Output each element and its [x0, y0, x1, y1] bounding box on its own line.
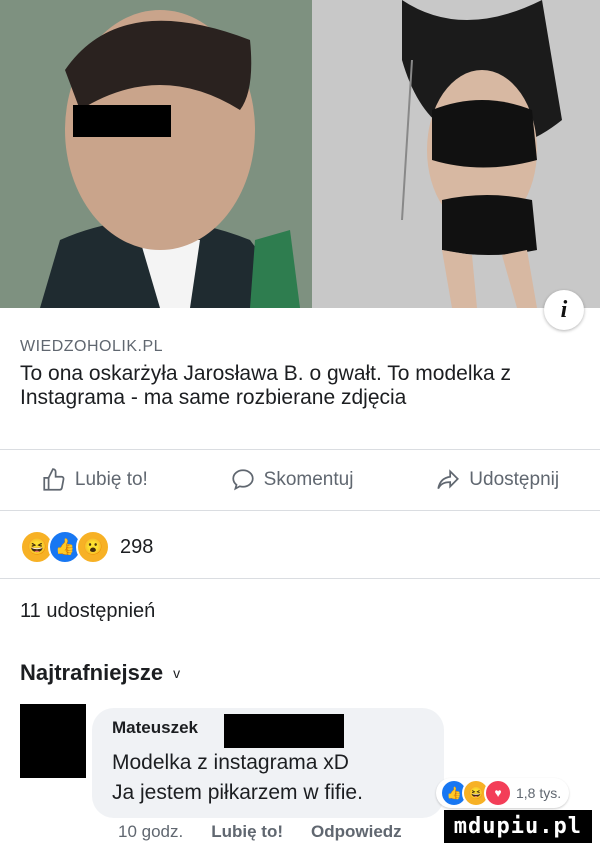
comment-text: Modelka z instagrama xD Ja jestem piłkar…	[112, 748, 442, 808]
link-domain: WIEDZOHOLIK.PL	[20, 338, 164, 355]
comment-button[interactable]: Skomentuj	[230, 467, 354, 493]
shares-count[interactable]: 11 udostępnień	[20, 600, 155, 623]
post-actions: Lubię to! Skomentuj Udostępnij	[0, 450, 600, 510]
comment-icon	[232, 469, 254, 491]
censor-bar	[224, 714, 344, 748]
info-icon[interactable]: i	[544, 290, 584, 330]
love-reaction-icon: ♥	[484, 779, 512, 807]
comment-time: 10 godz.	[118, 822, 184, 841]
comment-sort-dropdown[interactable]: Najtrafniejsze v	[20, 660, 180, 686]
comment-reactions[interactable]: 👍 😆 ♥ 1,8 tys.	[436, 778, 570, 808]
post-image[interactable]	[0, 0, 600, 308]
comment-author[interactable]: Mateuszek	[112, 718, 198, 738]
man-photo	[0, 0, 312, 308]
reaction-summary[interactable]: 😆 👍 😮 298	[20, 530, 153, 564]
comment-line: Modelka z instagrama xD	[112, 751, 349, 774]
comment-line: Ja jestem piłkarzem w fifie.	[112, 781, 363, 804]
avatar[interactable]	[20, 704, 86, 778]
share-button[interactable]: Udostępnij	[435, 467, 559, 493]
comment-reply-link[interactable]: Odpowiedz	[311, 822, 402, 842]
thumbs-up-icon	[43, 468, 65, 491]
watermark: mdupiu.pl	[443, 810, 592, 843]
divider	[0, 578, 600, 579]
wow-reaction-icon: 😮	[76, 530, 110, 564]
reaction-count: 298	[120, 535, 154, 558]
comment-like-link[interactable]: Lubię to!	[211, 822, 283, 842]
like-button[interactable]: Lubię to!	[41, 467, 148, 493]
share-label: Udostępnij	[469, 469, 560, 490]
sort-label: Najtrafniejsze	[20, 660, 164, 685]
comment-meta: 10 godz. Lubię to! Odpowiedz	[118, 822, 402, 842]
like-label: Lubię to!	[74, 469, 148, 490]
chevron-down-icon: v	[173, 665, 181, 681]
comment-label: Skomentuj	[263, 469, 354, 490]
censor-bar	[73, 105, 171, 137]
link-headline[interactable]: To ona oskarżyła Jarosława B. o gwałt. T…	[20, 362, 586, 410]
comment-reaction-count: 1,8 tys.	[516, 785, 562, 801]
share-icon	[437, 469, 460, 490]
divider	[0, 510, 600, 511]
woman-photo	[312, 0, 600, 308]
